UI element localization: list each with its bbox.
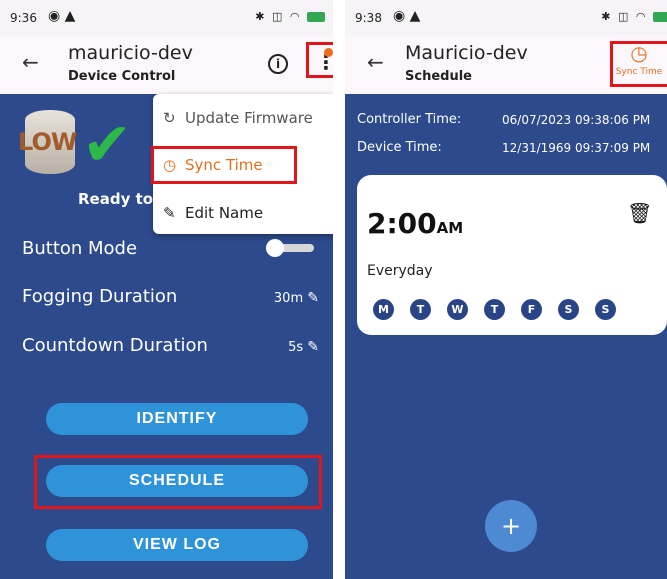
trash-icon[interactable]: 🗑 (627, 201, 652, 225)
schedule-repeat: Everyday (367, 263, 433, 279)
notification-icons: ◉ ▲ (393, 8, 421, 24)
day-monday[interactable]: M (373, 299, 394, 320)
schedule-time-value: 2:00 (367, 207, 437, 240)
countdown-duration-text: 5s (288, 340, 304, 355)
day-saturday[interactable]: S (558, 299, 579, 320)
identify-button[interactable]: IDENTIFY (46, 403, 308, 435)
back-arrow-icon[interactable]: ← (22, 50, 39, 74)
system-icons: ✱ ◫ ◠ (255, 10, 325, 23)
status-bar: 9:38 ◉ ▲ ✱ ◫ ◠ (345, 0, 667, 36)
refresh-icon: ↻ (163, 109, 176, 127)
device-title: mauricio-dev (68, 42, 193, 64)
toggle-knob (266, 239, 284, 257)
device-time-value: 12/31/1969 09:37:09 PM (502, 141, 651, 155)
schedule-time: 2:00AM (367, 207, 463, 240)
water-level-label: LOW (18, 128, 77, 156)
status-bar: 9:36 ◉ ▲ ✱ ◫ ◠ (0, 0, 333, 36)
device-control-screen: 9:36 ◉ ▲ ✱ ◫ ◠ ← mauricio-dev Device Con… (0, 0, 333, 579)
day-tuesday[interactable]: T (410, 299, 431, 320)
device-time-label: Device Time: (357, 140, 442, 155)
highlight-sync-time (151, 146, 297, 184)
check-icon: ✔ (82, 110, 133, 180)
weekday-selector: MTWTFSS (373, 298, 616, 320)
notification-icons: ◉ ▲ (48, 8, 76, 24)
menu-item-label: Update Firmware (185, 109, 313, 127)
info-icon[interactable]: i (268, 54, 288, 74)
status-time: 9:38 (355, 11, 382, 25)
pencil-icon: ✎ (307, 339, 319, 355)
menu-item-label: Edit Name (185, 204, 264, 222)
countdown-duration-label: Countdown Duration (22, 335, 208, 356)
schedule-card[interactable]: 2:00AM 🗑 Everyday MTWTFSS (357, 175, 667, 335)
day-thursday[interactable]: T (484, 299, 505, 320)
fogging-duration-label: Fogging Duration (22, 286, 178, 307)
controller-time-value: 06/07/2023 09:38:06 PM (502, 113, 651, 127)
system-icons: ✱ ◫ ◠ (601, 10, 667, 23)
app-bar: ← Mauricio-dev Schedule ◷ Sync Time (345, 36, 667, 94)
day-sunday[interactable]: S (595, 299, 616, 320)
highlight-sync-time-button (610, 41, 667, 87)
pencil-icon: ✎ (163, 204, 176, 222)
status-time: 9:36 (10, 11, 37, 25)
fogging-duration-value[interactable]: 30m ✎ (274, 290, 319, 306)
fogging-duration-text: 30m (273, 291, 304, 306)
app-bar: ← mauricio-dev Device Control i ⋮ (0, 36, 333, 94)
day-wednesday[interactable]: W (447, 299, 468, 320)
button-mode-toggle[interactable] (266, 239, 314, 257)
button-mode-label: Button Mode (22, 238, 138, 259)
ready-status-text: Ready to (78, 190, 154, 208)
countdown-duration-value[interactable]: 5s ✎ (288, 339, 319, 355)
pencil-icon: ✎ (307, 290, 319, 306)
schedule-ampm: AM (436, 219, 464, 237)
highlight-overflow-menu (306, 42, 333, 78)
menu-item-update-firmware[interactable]: ↻ Update Firmware (163, 109, 313, 127)
day-friday[interactable]: F (521, 299, 542, 320)
screen-divider (333, 0, 345, 579)
add-schedule-button[interactable]: + (485, 500, 537, 552)
back-arrow-icon[interactable]: ← (367, 50, 384, 74)
schedule-screen: 9:38 ◉ ▲ ✱ ◫ ◠ ← Mauricio-dev Schedule ◷… (345, 0, 667, 579)
battery-icon (307, 12, 325, 22)
highlight-schedule-button (34, 455, 322, 509)
menu-item-edit-name[interactable]: ✎ Edit Name (163, 204, 263, 222)
overflow-menu: ↻ Update Firmware ◷ Sync Time ✎ Edit Name (151, 94, 333, 234)
page-subtitle: Schedule (405, 69, 472, 84)
controller-time-label: Controller Time: (357, 112, 462, 127)
page-subtitle: Device Control (68, 69, 176, 84)
device-title: Mauricio-dev (405, 42, 528, 64)
battery-icon (653, 12, 667, 22)
view-log-button[interactable]: VIEW LOG (46, 529, 308, 561)
